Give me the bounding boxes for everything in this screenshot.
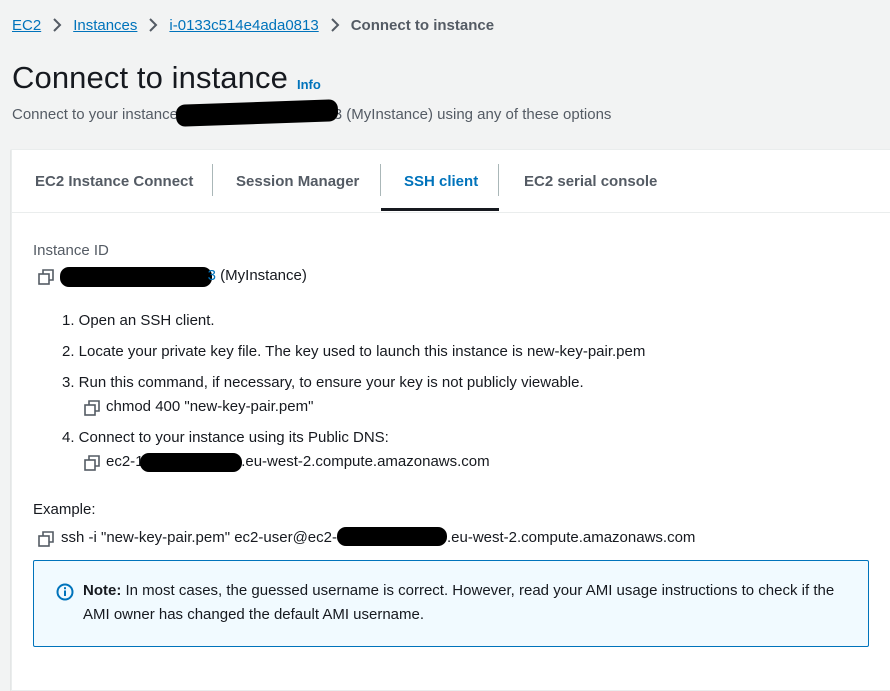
redaction-bar xyxy=(60,267,212,287)
tab-ec2-serial-console[interactable]: EC2 serial console xyxy=(524,150,657,212)
tab-session-manager[interactable]: Session Manager xyxy=(236,150,359,212)
dns-prefix: ec2- xyxy=(106,453,136,470)
copy-icon[interactable] xyxy=(84,455,100,471)
dns-redacted: 1 xyxy=(135,453,243,472)
chmod-command: chmod 400 "new-key-pair.pem" xyxy=(106,398,314,415)
chevron-right-icon xyxy=(52,18,62,32)
copy-icon[interactable] xyxy=(84,400,100,416)
tab-ssh-client[interactable]: SSH client xyxy=(404,150,478,212)
breadcrumb-instances-link[interactable]: Instances xyxy=(73,17,137,34)
tab-bar: EC2 Instance Connect Session Manager SSH… xyxy=(12,150,890,213)
breadcrumb-instance-id-link[interactable]: i-0133c514e4ada0813 xyxy=(169,17,318,34)
note-text: In most cases, the guessed username is c… xyxy=(83,582,835,623)
info-circle-icon xyxy=(56,583,74,601)
tab-divider xyxy=(212,164,213,196)
step-2: 2. Locate your private key file. The key… xyxy=(62,343,646,360)
chevron-right-icon xyxy=(148,18,158,32)
breadcrumb-ec2-link[interactable]: EC2 xyxy=(12,17,41,34)
step-4: 4. Connect to your instance using its Pu… xyxy=(62,429,389,446)
step-1: 1. Open an SSH client. xyxy=(62,312,215,329)
page-subtitle: Connect to your instance e-ada0813 (MyIn… xyxy=(12,99,612,127)
ssh-command-suffix: .eu-west-2.compute.amazonaws.com xyxy=(446,529,696,546)
tab-divider xyxy=(380,164,381,196)
copy-icon[interactable] xyxy=(38,269,54,285)
note-bold-label: Note: xyxy=(83,582,122,599)
tab-divider xyxy=(498,164,499,196)
dns-suffix: .eu-west-2.compute.amazonaws.com xyxy=(241,453,490,470)
redaction-bar xyxy=(336,527,447,547)
redaction-bar xyxy=(140,453,243,472)
info-alert: Note: In most cases, the guessed usernam… xyxy=(33,560,869,647)
page-title: Connect to instance xyxy=(12,60,288,95)
instance-id-value: 3 (MyInstance) xyxy=(60,267,307,287)
copy-icon[interactable] xyxy=(38,531,54,547)
breadcrumb: EC2 Instances i-0133c514e4ada0813 Connec… xyxy=(12,14,494,36)
instance-id-redacted: 3 xyxy=(60,267,216,287)
chevron-right-icon xyxy=(330,18,340,32)
connect-panel: EC2 Instance Connect Session Manager SSH… xyxy=(11,149,890,691)
instance-id-link[interactable]: 3 xyxy=(208,267,216,284)
public-dns-value: ec2-1.eu-west-2.compute.amazonaws.com xyxy=(106,453,490,472)
tab-ec2-instance-connect[interactable]: EC2 Instance Connect xyxy=(35,150,193,212)
step-3: 3. Run this command, if necessary, to en… xyxy=(62,374,584,391)
ssh-command-prefix: ssh -i "new-key-pair.pem" ec2-user@ec2- xyxy=(61,529,337,546)
subtitle-redacted-id: e-ada0813 xyxy=(175,99,342,127)
info-link[interactable]: Info xyxy=(297,77,321,92)
alert-message: Note: In most cases, the guessed usernam… xyxy=(83,579,853,627)
example-label: Example: xyxy=(33,501,96,518)
instance-id-label: Instance ID xyxy=(33,242,109,259)
ssh-example-command: ssh -i "new-key-pair.pem" ec2-user@ec2-.… xyxy=(61,527,696,547)
instance-name: (MyInstance) xyxy=(220,267,307,284)
active-tab-indicator xyxy=(381,208,499,211)
subtitle-prefix: Connect to your instance xyxy=(12,106,178,123)
subtitle-suffix: (MyInstance) using any of these options xyxy=(346,106,612,123)
breadcrumb-current: Connect to instance xyxy=(350,16,495,34)
